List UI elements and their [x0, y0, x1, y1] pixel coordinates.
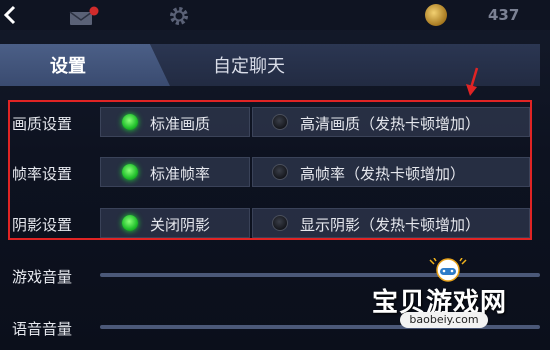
tab-custom-chat-label[interactable]: 自定聊天 — [213, 52, 285, 78]
tab-settings-label[interactable]: 设置 — [50, 52, 86, 78]
settings-button[interactable] — [168, 5, 190, 27]
annotation-highlight-box — [8, 100, 532, 240]
voice-volume-label: 语音音量 — [12, 320, 73, 338]
chevron-left-icon — [3, 5, 16, 25]
tab-custom-chat[interactable] — [150, 44, 540, 86]
gamepad-icon — [429, 258, 467, 282]
back-button[interactable] — [0, 0, 20, 30]
coin-icon — [425, 4, 447, 26]
top-bar: 437 — [0, 0, 550, 30]
watermark-url: baobeiy.com — [400, 312, 488, 328]
mail-button[interactable] — [68, 6, 102, 26]
game-volume-label: 游戏音量 — [12, 268, 73, 286]
game-volume-slider[interactable] — [100, 273, 540, 277]
mail-icon — [69, 6, 99, 25]
gear-icon — [170, 7, 188, 25]
coin-balance: 437 — [488, 6, 520, 24]
annotation-arrow — [466, 67, 479, 96]
